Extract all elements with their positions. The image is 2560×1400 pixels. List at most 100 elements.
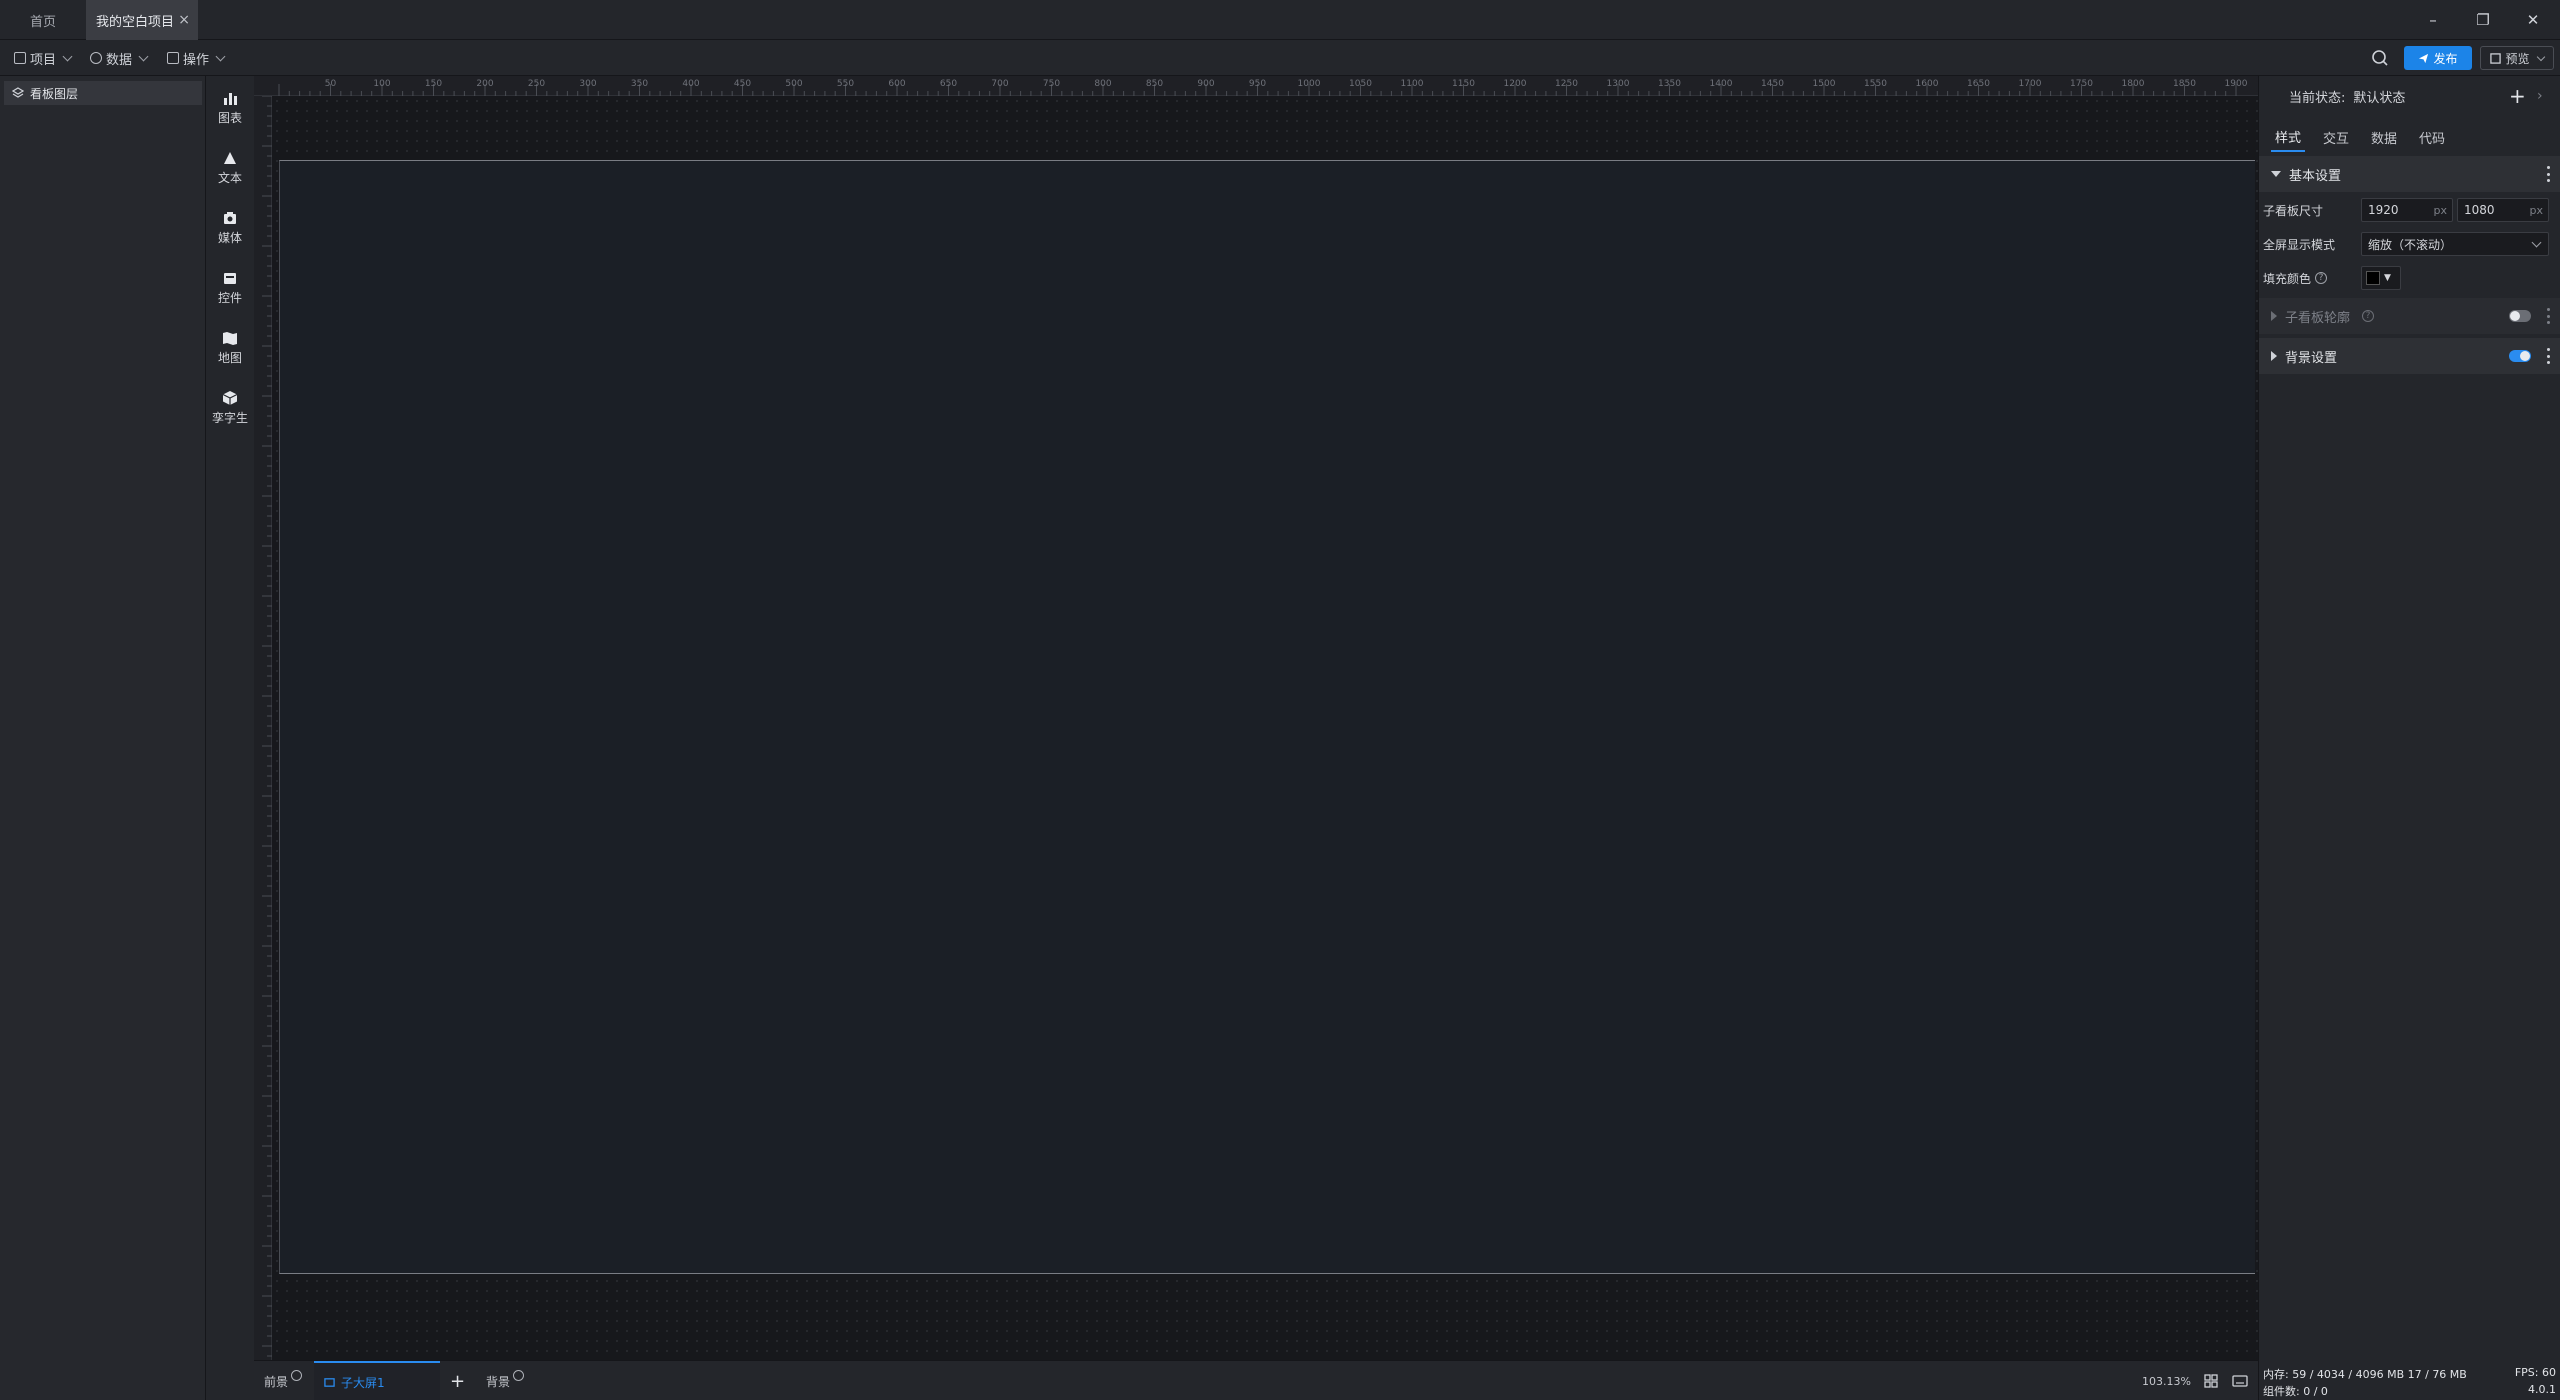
layers-panel: 看板图层 <box>0 76 206 1400</box>
component-media-label: 媒体 <box>217 231 242 245</box>
zoom-level[interactable]: 103.13% <box>2142 1361 2191 1400</box>
tab-sub-screen[interactable]: 子大屏1 <box>314 1361 440 1400</box>
add-state-button[interactable]: + <box>2509 84 2526 108</box>
layers-header[interactable]: 看板图层 <box>4 81 202 105</box>
outline-toggle[interactable] <box>2509 310 2531 322</box>
dashboard-board[interactable] <box>279 160 2255 1274</box>
height-input[interactable]: 1080 px <box>2457 198 2549 222</box>
component-map[interactable]: 地图 <box>206 320 254 376</box>
menu-project[interactable]: 项目 <box>14 40 73 76</box>
chevron-down-icon <box>62 51 73 62</box>
menu-operate[interactable]: 操作 <box>167 40 226 76</box>
ruler-tick-label: 1050 <box>1349 79 1372 89</box>
search-icon[interactable] <box>2370 48 2390 68</box>
eye-icon[interactable] <box>291 1369 303 1381</box>
text-icon <box>224 152 236 164</box>
send-icon <box>2419 53 2429 63</box>
eye-icon[interactable] <box>513 1369 525 1381</box>
keyboard-icon[interactable] <box>2232 1361 2248 1400</box>
ruler-tick-label: 500 <box>785 79 802 89</box>
fit-screen-icon[interactable] <box>2204 1361 2218 1400</box>
fullscreen-label: 全屏显示模式 <box>2263 237 2336 252</box>
section-outline[interactable]: 子看板轮廓 ? <box>2259 298 2560 334</box>
close-tab-icon[interactable]: × <box>178 12 190 28</box>
horizontal-ruler-ticks: 50 100 150 200 250 300 350 400 450 500 550 600 650 70… <box>278 79 2248 96</box>
property-tabs: 样式 交互 数据 代码 <box>2271 122 2449 152</box>
chevron-right-icon[interactable]: › <box>2537 88 2543 104</box>
vertical-ruler-ticks <box>262 95 272 1357</box>
component-text-label: 文本 <box>217 171 242 185</box>
menu-operate-label: 操作 <box>183 52 210 68</box>
cube-icon <box>222 391 238 405</box>
state-value[interactable]: 默认状态 <box>2353 87 2405 106</box>
width-unit: px <box>2433 203 2448 217</box>
preview-icon <box>2490 52 2502 64</box>
ruler-tick-label: 1200 <box>1504 79 1527 89</box>
preview-button[interactable]: 预览 <box>2480 46 2554 70</box>
version-label: 4.0.1 <box>2528 1383 2556 1396</box>
tab-project[interactable]: 我的空白项目 × <box>86 0 198 40</box>
component-sidebar: 图表 文本 媒体 控件 地图 孪字生 <box>206 76 254 1400</box>
section-basic-settings[interactable]: 基本设置 <box>2259 156 2560 192</box>
more-icon[interactable] <box>2547 348 2551 364</box>
layers-title: 看板图层 <box>30 86 79 101</box>
ruler-tick-label: 650 <box>940 79 957 89</box>
component-twin[interactable]: 孪字生 <box>206 380 254 436</box>
component-count: 组件数: 0 / 0 <box>2263 1385 2328 1398</box>
background-toggle[interactable] <box>2509 350 2531 362</box>
tab-background[interactable]: 背景 <box>486 1361 525 1400</box>
state-label: 当前状态: <box>2289 90 2346 106</box>
tab-data[interactable]: 数据 <box>2367 122 2401 152</box>
add-screen-button[interactable]: + <box>450 1361 465 1400</box>
ruler-tick-label: 300 <box>579 79 596 89</box>
ruler-tick-label: 1100 <box>1401 79 1424 89</box>
component-control-label: 控件 <box>217 291 242 305</box>
width-input[interactable]: 1920 px <box>2361 198 2453 222</box>
ruler-tick-label: 550 <box>837 79 854 89</box>
ruler-tick-label: 1750 <box>2070 79 2093 89</box>
height-unit: px <box>2529 203 2544 217</box>
fullscreen-select[interactable]: 缩放（不滚动） <box>2361 232 2549 256</box>
component-control[interactable]: 控件 <box>206 260 254 316</box>
horizontal-ruler: 50 100 150 200 250 300 350 400 450 500 550 600 650 70… <box>254 76 2258 96</box>
section-outline-title: 子看板轮廓 <box>2285 310 2351 326</box>
caret-down-icon <box>2271 171 2281 177</box>
close-window-icon[interactable]: ✕ <box>2508 0 2558 40</box>
tab-style[interactable]: 样式 <box>2271 122 2306 152</box>
tab-code[interactable]: 代码 <box>2415 122 2449 152</box>
component-text[interactable]: 文本 <box>206 140 254 196</box>
component-twin-label: 孪字生 <box>211 411 248 425</box>
screen-icon <box>324 1377 335 1387</box>
fill-color-label: 填充颜色 <box>2263 271 2312 286</box>
tab-foreground[interactable]: 前景 <box>264 1361 303 1400</box>
width-value: 1920 <box>2368 203 2399 217</box>
ruler-tick-label: 1300 <box>1607 79 1630 89</box>
chart-icon <box>224 93 237 105</box>
title-tab-bar: 首页 我的空白项目 × – ❐ ✕ <box>0 0 2560 40</box>
ruler-tick-label: 1500 <box>1813 79 1836 89</box>
restore-icon[interactable]: ❐ <box>2458 0 2508 40</box>
menu-data[interactable]: 数据 <box>90 40 149 76</box>
help-icon[interactable]: ? <box>2315 272 2328 284</box>
grid-icon <box>167 52 179 64</box>
fps-readout: FPS: 60 <box>2514 1366 2556 1379</box>
status-bar: 内存: 59 / 4034 / 4096 MB 17 / 76 MB FPS: … <box>2258 1360 2560 1400</box>
help-icon[interactable]: ? <box>2362 310 2375 322</box>
component-chart[interactable]: 图表 <box>206 80 254 136</box>
component-media[interactable]: 媒体 <box>206 200 254 256</box>
tab-interaction[interactable]: 交互 <box>2319 122 2353 152</box>
ruler-tick-label: 450 <box>734 79 751 89</box>
tab-home[interactable]: 首页 <box>0 0 86 40</box>
caret-right-icon <box>2271 351 2277 361</box>
map-icon <box>223 332 237 345</box>
minimize-icon[interactable]: – <box>2408 0 2458 40</box>
more-icon[interactable] <box>2547 308 2551 324</box>
publish-button[interactable]: 发布 <box>2404 46 2472 70</box>
canvas-area[interactable]: 50 100 150 200 250 300 350 400 450 500 550 600 650 70… <box>254 76 2258 1360</box>
menu-data-label: 数据 <box>106 52 133 68</box>
fill-color-picker[interactable]: ▼ <box>2361 266 2401 290</box>
section-basic-title: 基本设置 <box>2289 168 2342 184</box>
section-background[interactable]: 背景设置 <box>2259 338 2560 374</box>
more-icon[interactable] <box>2547 166 2551 182</box>
ruler-tick-label: 250 <box>528 79 545 89</box>
